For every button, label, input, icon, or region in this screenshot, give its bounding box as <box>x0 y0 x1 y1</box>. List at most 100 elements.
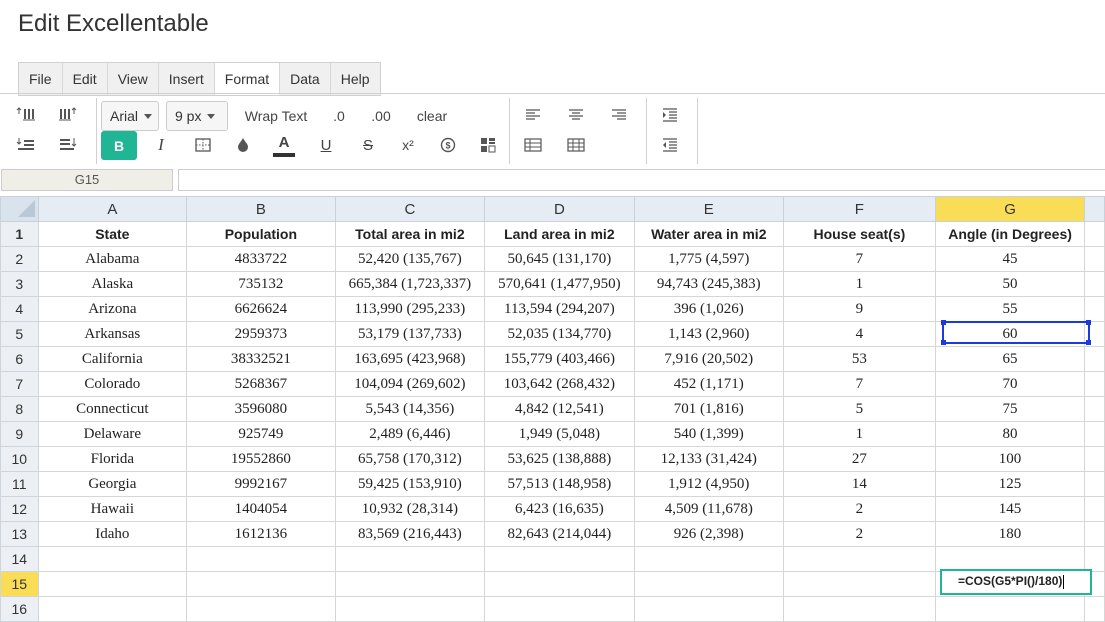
cell-d7[interactable]: 103,642 (268,432) <box>484 371 635 397</box>
cell-overflow[interactable] <box>1084 421 1105 447</box>
cell-overflow[interactable] <box>1084 521 1105 547</box>
cell-d13[interactable]: 82,643 (214,044) <box>484 521 635 547</box>
column-header-e[interactable]: E <box>633 196 784 222</box>
cell-overflow[interactable] <box>1084 271 1105 297</box>
font-size-dropdown[interactable]: 9 px <box>166 101 228 131</box>
cell-e1[interactable]: Water area in mi2 <box>633 221 784 247</box>
insert-table-icon[interactable] <box>521 134 545 156</box>
cell-g6[interactable]: 65 <box>934 346 1086 372</box>
cell-b16[interactable] <box>186 596 336 622</box>
cell-b2[interactable]: 4833722 <box>186 246 336 272</box>
cell-overflow[interactable] <box>1084 496 1105 522</box>
column-header-g[interactable]: G <box>934 196 1086 222</box>
row-header[interactable]: 7 <box>0 371 39 397</box>
cell-f7[interactable]: 7 <box>782 371 936 397</box>
cell-f9[interactable]: 1 <box>782 421 936 447</box>
select-all-corner[interactable] <box>0 196 39 222</box>
cell-a8[interactable]: Connecticut <box>37 396 188 422</box>
row-header[interactable]: 10 <box>0 446 39 472</box>
cell-e15[interactable] <box>633 571 784 597</box>
cell-c2[interactable]: 52,420 (135,767) <box>334 246 486 272</box>
cell-c12[interactable]: 10,932 (28,314) <box>334 496 486 522</box>
cell-c10[interactable]: 65,758 (170,312) <box>334 446 486 472</box>
cell-f16[interactable] <box>782 596 936 622</box>
conditional-format-icon[interactable] <box>476 134 500 156</box>
cell-overflow[interactable] <box>1084 221 1105 247</box>
menu-view[interactable]: View <box>108 63 159 95</box>
cell-d10[interactable]: 53,625 (138,888) <box>484 446 635 472</box>
cell-a6[interactable]: California <box>37 346 188 372</box>
row-header[interactable]: 1 <box>0 221 39 247</box>
cell-b3[interactable]: 735132 <box>186 271 336 297</box>
cell-g7[interactable]: 70 <box>934 371 1086 397</box>
cell-c16[interactable] <box>334 596 486 622</box>
row-header[interactable]: 5 <box>0 321 39 347</box>
cell-c9[interactable]: 2,489 (6,446) <box>334 421 486 447</box>
cell-overflow[interactable] <box>1084 396 1105 422</box>
cell-e2[interactable]: 1,775 (4,597) <box>633 246 784 272</box>
menu-insert[interactable]: Insert <box>159 63 215 95</box>
row-header[interactable]: 12 <box>0 496 39 522</box>
cell-g8[interactable]: 75 <box>934 396 1086 422</box>
cell-b14[interactable] <box>186 546 336 572</box>
wrap-text-button[interactable]: Wrap Text <box>238 104 314 128</box>
cell-a5[interactable]: Arkansas <box>37 321 188 347</box>
row-header[interactable]: 3 <box>0 271 39 297</box>
cell-b12[interactable]: 1404054 <box>186 496 336 522</box>
row-header[interactable]: 2 <box>0 246 39 272</box>
cell-d8[interactable]: 4,842 (12,541) <box>484 396 635 422</box>
cell-c8[interactable]: 5,543 (14,356) <box>334 396 486 422</box>
cell-c1[interactable]: Total area in mi2 <box>334 221 486 247</box>
cell-c13[interactable]: 83,569 (216,443) <box>334 521 486 547</box>
cell-overflow[interactable] <box>1084 596 1105 622</box>
formula-bar[interactable] <box>178 169 1105 191</box>
menu-file[interactable]: File <box>19 63 63 95</box>
cell-g2[interactable]: 45 <box>934 246 1086 272</box>
cell-d15[interactable] <box>484 571 635 597</box>
cell-f13[interactable]: 2 <box>782 521 936 547</box>
cell-a14[interactable] <box>37 546 188 572</box>
cell-d12[interactable]: 6,423 (16,635) <box>484 496 635 522</box>
cell-e3[interactable]: 94,743 (245,383) <box>633 271 784 297</box>
align-left-icon[interactable] <box>521 104 545 126</box>
row-header[interactable]: 6 <box>0 346 39 372</box>
insert-row-above-icon[interactable] <box>14 134 38 156</box>
cell-f6[interactable]: 53 <box>782 346 936 372</box>
cell-e7[interactable]: 452 (1,171) <box>633 371 784 397</box>
strikethrough-button[interactable]: S <box>356 133 380 157</box>
row-header[interactable]: 13 <box>0 521 39 547</box>
column-header-d[interactable]: D <box>484 196 635 222</box>
cell-b15[interactable] <box>186 571 336 597</box>
cell-f4[interactable]: 9 <box>782 296 936 322</box>
menu-edit[interactable]: Edit <box>63 63 108 95</box>
cell-c14[interactable] <box>334 546 486 572</box>
row-header[interactable]: 9 <box>0 421 39 447</box>
name-box[interactable]: G15 <box>1 169 173 191</box>
cell-c7[interactable]: 104,094 (269,602) <box>334 371 486 397</box>
cell-c4[interactable]: 113,990 (295,233) <box>334 296 486 322</box>
menu-help[interactable]: Help <box>331 63 380 95</box>
cell-overflow[interactable] <box>1084 346 1105 372</box>
cell-b6[interactable]: 38332521 <box>186 346 336 372</box>
cell-f15[interactable] <box>782 571 936 597</box>
cell-a1[interactable]: State <box>37 221 188 247</box>
cell-g10[interactable]: 100 <box>934 446 1086 472</box>
column-header-b[interactable]: B <box>186 196 336 222</box>
cell-e13[interactable]: 926 (2,398) <box>633 521 784 547</box>
column-header-c[interactable]: C <box>334 196 486 222</box>
cell-b8[interactable]: 3596080 <box>186 396 336 422</box>
currency-icon[interactable]: $ <box>436 134 460 156</box>
menu-format[interactable]: Format <box>214 63 281 95</box>
column-header-f[interactable]: F <box>782 196 936 222</box>
row-header[interactable]: 14 <box>0 546 39 572</box>
row-header[interactable]: 11 <box>0 471 39 497</box>
cell-a4[interactable]: Arizona <box>37 296 188 322</box>
cell-overflow[interactable] <box>1084 321 1105 347</box>
row-header[interactable]: 15 <box>0 571 39 597</box>
cell-c15[interactable] <box>334 571 486 597</box>
cell-d6[interactable]: 155,779 (403,466) <box>484 346 635 372</box>
cell-f2[interactable]: 7 <box>782 246 936 272</box>
cell-f8[interactable]: 5 <box>782 396 936 422</box>
insert-row-below-icon[interactable] <box>56 134 80 156</box>
align-right-icon[interactable] <box>607 104 631 126</box>
